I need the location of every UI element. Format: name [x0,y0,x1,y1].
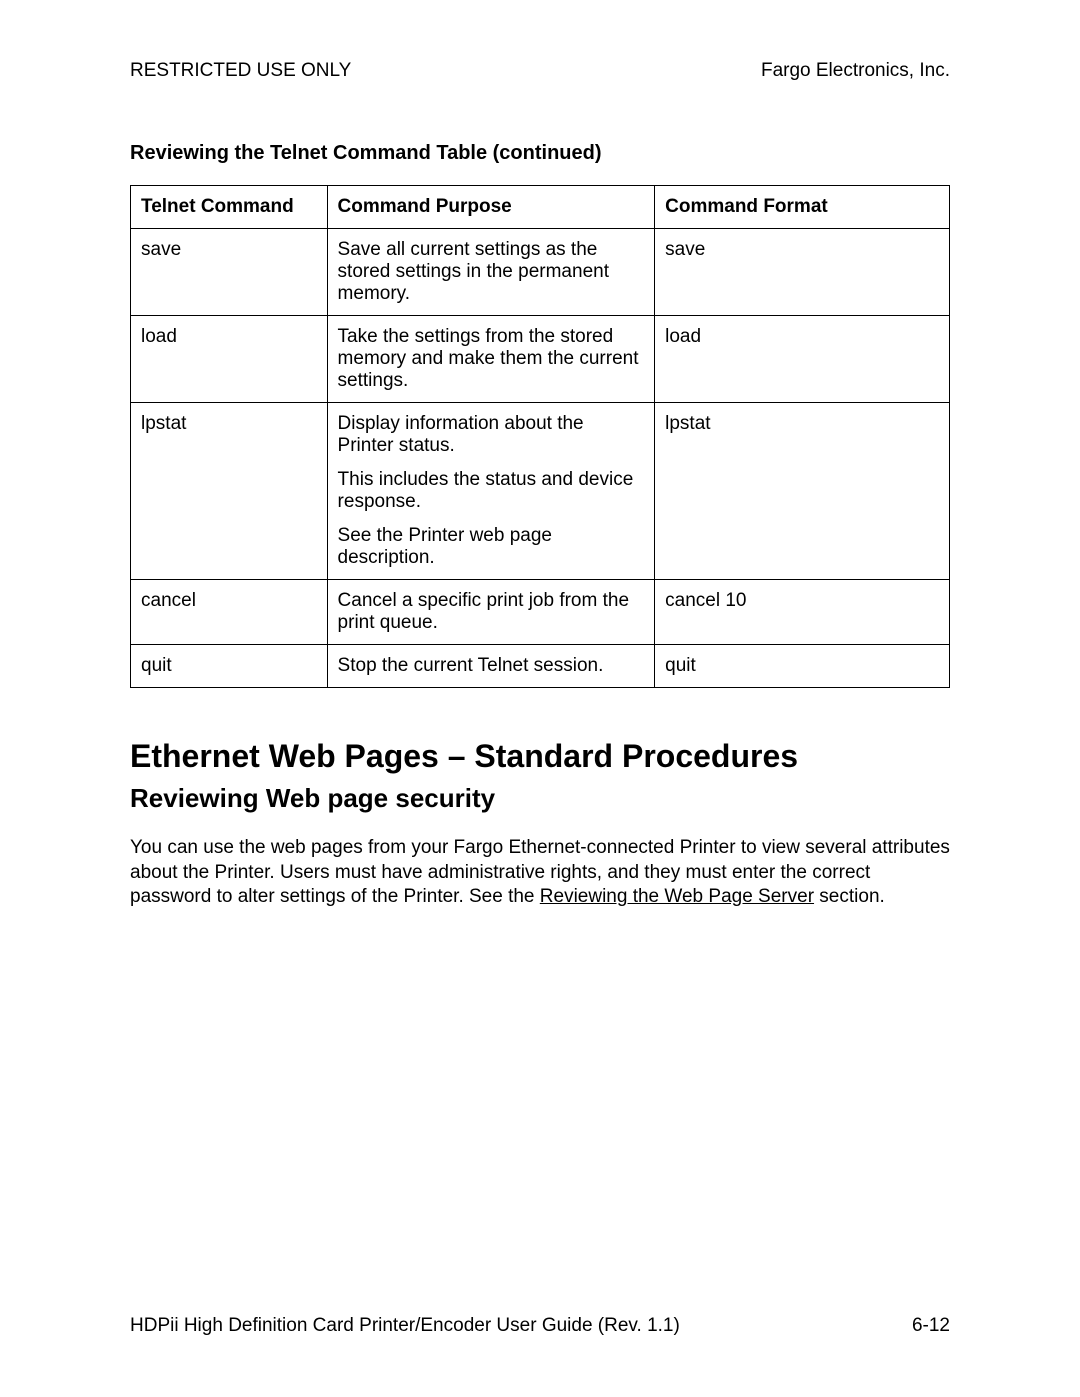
purpose-paragraph: See the Printer web page description. [338,525,645,569]
header-left: RESTRICTED USE ONLY [130,60,351,82]
purpose-paragraph: Cancel a specific print job from the pri… [338,590,645,634]
telnet-command-table: Telnet Command Command Purpose Command F… [130,185,950,688]
cell-format: load [655,316,950,403]
header-right: Fargo Electronics, Inc. [761,60,950,82]
document-page: RESTRICTED USE ONLY Fargo Electronics, I… [0,0,1080,1397]
body-text-post: section. [814,886,885,907]
purpose-paragraph: Save all current settings as the stored … [338,239,645,305]
cell-format: lpstat [655,403,950,580]
table-header-row: Telnet Command Command Purpose Command F… [131,186,950,229]
cell-command: quit [131,645,328,688]
purpose-paragraph: Display information about the Printer st… [338,413,645,457]
cell-purpose: Cancel a specific print job from the pri… [327,580,655,645]
cell-purpose: Take the settings from the stored memory… [327,316,655,403]
cell-command: cancel [131,580,328,645]
cell-purpose: Save all current settings as the stored … [327,229,655,316]
footer-right: 6-12 [912,1315,950,1337]
table-row: saveSave all current settings as the sto… [131,229,950,316]
cell-purpose: Stop the current Telnet session. [327,645,655,688]
page-footer: HDPii High Definition Card Printer/Encod… [130,1315,950,1337]
body-text: You can use the web pages from your Farg… [130,836,950,910]
sub-heading: Reviewing Web page security [130,783,950,814]
col-header-format: Command Format [655,186,950,229]
body-link: Reviewing the Web Page Server [540,886,814,907]
col-header-purpose: Command Purpose [327,186,655,229]
footer-left: HDPii High Definition Card Printer/Encod… [130,1315,680,1337]
purpose-paragraph: This includes the status and device resp… [338,469,645,513]
table-row: loadTake the settings from the stored me… [131,316,950,403]
main-heading: Ethernet Web Pages – Standard Procedures [130,738,950,775]
cell-purpose: Display information about the Printer st… [327,403,655,580]
cell-format: cancel 10 [655,580,950,645]
cell-command: save [131,229,328,316]
cell-command: lpstat [131,403,328,580]
cell-format: quit [655,645,950,688]
table-row: quit Stop the current Telnet session. quit [131,645,950,688]
section-title: Reviewing the Telnet Command Table (cont… [130,142,950,165]
page-header: RESTRICTED USE ONLY Fargo Electronics, I… [130,60,950,82]
table-body: saveSave all current settings as the sto… [131,229,950,688]
table-row: cancelCancel a specific print job from t… [131,580,950,645]
cell-format: save [655,229,950,316]
col-header-command: Telnet Command [131,186,328,229]
purpose-paragraph: Take the settings from the stored memory… [338,326,645,392]
cell-command: load [131,316,328,403]
table-row: lpstatDisplay information about the Prin… [131,403,950,580]
purpose-paragraph: Stop the current Telnet session. [338,655,645,677]
